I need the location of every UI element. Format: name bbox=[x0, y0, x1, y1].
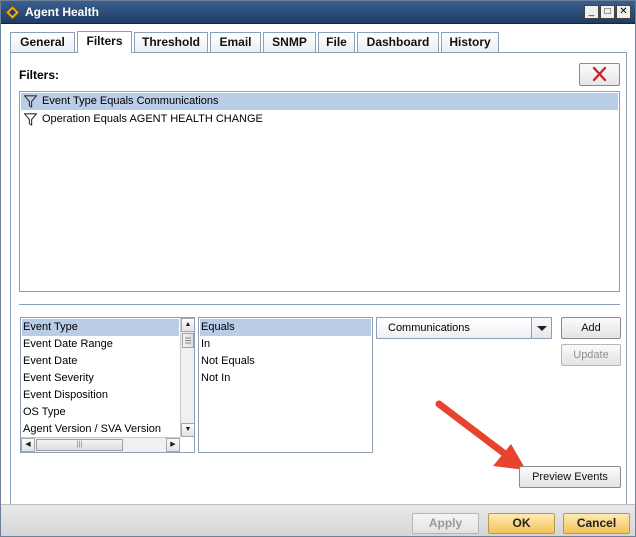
dialog-footer: Apply OK Cancel bbox=[1, 504, 635, 536]
app-diamond-icon bbox=[6, 6, 19, 19]
scroll-down-icon[interactable]: ▼ bbox=[181, 423, 194, 437]
preview-events-button[interactable]: Preview Events bbox=[519, 466, 621, 488]
horizontal-scroll-thumb[interactable]: ||| bbox=[36, 439, 123, 451]
field-item-os-type[interactable]: OS Type bbox=[22, 404, 66, 421]
scroll-left-icon[interactable]: ◀ bbox=[21, 438, 35, 452]
delete-filter-button[interactable] bbox=[579, 63, 620, 86]
tab-general[interactable]: General bbox=[10, 32, 75, 52]
operator-list[interactable]: Equals In Not Equals Not In bbox=[198, 317, 373, 453]
filters-list[interactable]: Event Type Equals Communications Operati… bbox=[19, 91, 620, 292]
operator-item-in[interactable]: In bbox=[200, 336, 371, 353]
field-item-agent-version[interactable]: Agent Version / SVA Version bbox=[22, 421, 161, 438]
annotation-arrow-icon bbox=[435, 400, 526, 470]
grip-icon bbox=[185, 337, 191, 344]
field-list-horizontal-scrollbar[interactable]: ◀ ||| ▶ bbox=[21, 437, 180, 452]
window-title: Agent Health bbox=[25, 5, 100, 19]
field-item-event-disposition[interactable]: Event Disposition bbox=[22, 387, 108, 404]
section-divider bbox=[19, 304, 620, 305]
field-list[interactable]: Event Type Event Date Range Event Date E… bbox=[20, 317, 195, 453]
ok-button[interactable]: OK bbox=[488, 513, 555, 534]
delete-x-icon bbox=[592, 66, 607, 82]
tab-dashboard[interactable]: Dashboard bbox=[357, 32, 439, 52]
tab-email[interactable]: Email bbox=[210, 32, 261, 52]
value-dropdown[interactable]: Communications bbox=[376, 317, 552, 339]
field-item-event-date-range[interactable]: Event Date Range bbox=[22, 336, 113, 353]
field-item-event-date[interactable]: Event Date bbox=[22, 353, 77, 370]
operator-item-equals[interactable]: Equals bbox=[200, 319, 371, 336]
minimize-button[interactable]: _ bbox=[584, 5, 599, 19]
add-button[interactable]: Add bbox=[561, 317, 621, 339]
scroll-up-icon[interactable]: ▲ bbox=[181, 318, 194, 332]
filter-text: Operation Equals AGENT HEALTH CHANGE bbox=[42, 113, 263, 125]
operator-item-not-equals[interactable]: Not Equals bbox=[200, 353, 371, 370]
cancel-button[interactable]: Cancel bbox=[563, 513, 630, 534]
tab-file[interactable]: File bbox=[318, 32, 355, 52]
field-item-event-type[interactable]: Event Type bbox=[22, 319, 179, 336]
tab-filters[interactable]: Filters bbox=[77, 31, 132, 53]
update-button[interactable]: Update bbox=[561, 344, 621, 366]
tab-history[interactable]: History bbox=[441, 32, 499, 52]
agent-health-dialog: Agent Health _ □ ✕ General Filters Thres… bbox=[0, 0, 636, 537]
maximize-button[interactable]: □ bbox=[600, 5, 615, 19]
scroll-right-icon[interactable]: ▶ bbox=[166, 438, 180, 452]
dropdown-arrow[interactable] bbox=[531, 318, 551, 338]
filter-row[interactable]: Event Type Equals Communications bbox=[21, 93, 618, 110]
apply-button[interactable]: Apply bbox=[412, 513, 479, 534]
value-dropdown-selected: Communications bbox=[388, 322, 470, 334]
filter-row[interactable]: Operation Equals AGENT HEALTH CHANGE bbox=[21, 111, 618, 128]
funnel-icon bbox=[24, 113, 37, 126]
tab-threshold[interactable]: Threshold bbox=[134, 32, 208, 52]
funnel-icon bbox=[24, 95, 37, 108]
close-button[interactable]: ✕ bbox=[616, 5, 631, 19]
chevron-down-icon bbox=[537, 326, 547, 331]
operator-item-not-in[interactable]: Not In bbox=[200, 370, 371, 387]
tab-snmp[interactable]: SNMP bbox=[263, 32, 316, 52]
vertical-scroll-thumb[interactable] bbox=[182, 333, 194, 348]
field-list-vertical-scrollbar[interactable]: ▲ ▼ bbox=[180, 318, 194, 437]
filters-label: Filters: bbox=[19, 68, 60, 82]
title-bar[interactable]: Agent Health _ □ ✕ bbox=[1, 1, 635, 24]
field-item-event-severity[interactable]: Event Severity bbox=[22, 370, 94, 387]
filter-text: Event Type Equals Communications bbox=[42, 95, 219, 107]
